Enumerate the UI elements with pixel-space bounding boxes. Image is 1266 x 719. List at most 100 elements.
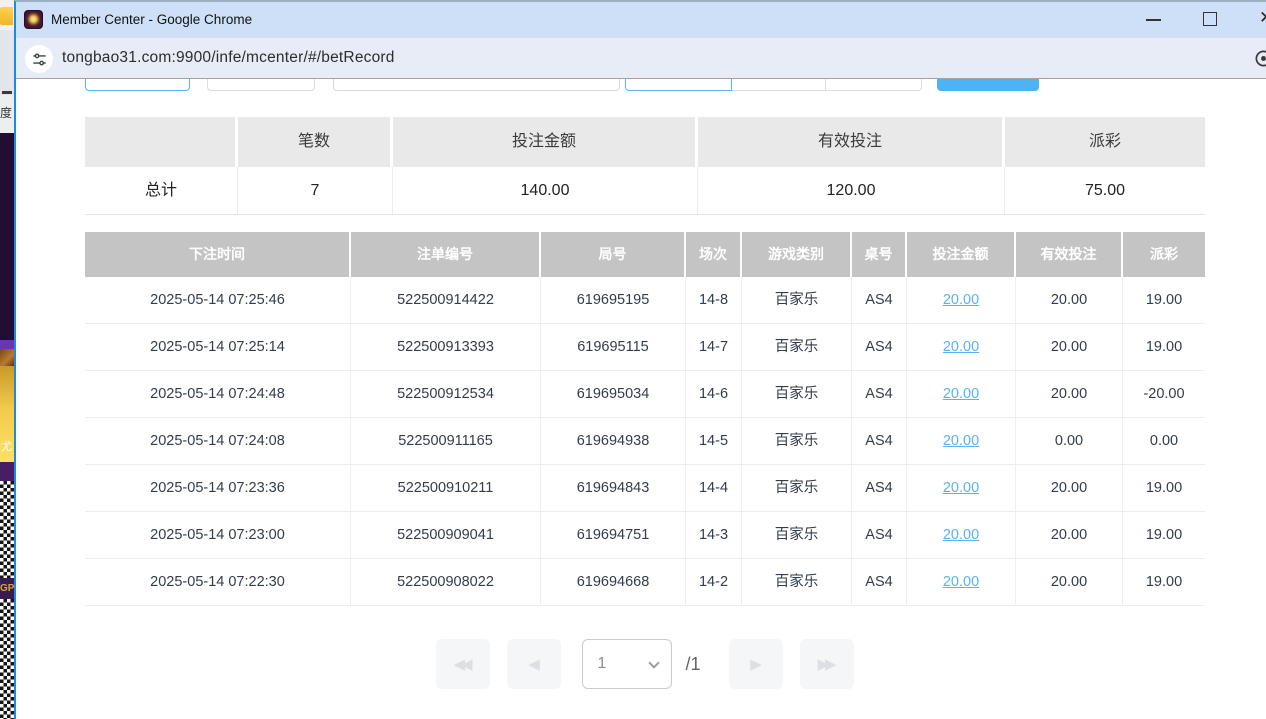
bet-amount-link[interactable]: 20.00 xyxy=(943,386,979,402)
table-no-cell: AS4 xyxy=(852,559,907,605)
bet-amount-cell: 20.00 xyxy=(907,324,1016,370)
bet-amount-cell: 20.00 xyxy=(907,371,1016,417)
payout-cell: 19.00 xyxy=(1123,277,1205,323)
dash-glyph xyxy=(2,91,12,94)
bet-amount-cell: 20.00 xyxy=(907,277,1016,323)
summary-header-bet-amount: 投注金额 xyxy=(393,117,698,167)
summary-total-payout: 75.00 xyxy=(1005,167,1205,214)
background-purple-band xyxy=(0,340,14,349)
bet-time-cell: 2025-05-14 07:22:30 xyxy=(85,559,351,605)
session-cell: 14-2 xyxy=(686,559,742,605)
summary-total-label: 总计 xyxy=(85,167,238,214)
background-text-fragment: 度 xyxy=(0,95,14,133)
table-row: 2025-05-14 07:23:00 522500909041 6196947… xyxy=(85,512,1205,559)
pagination-next-button[interactable]: ▶ xyxy=(729,639,783,689)
bet-amount-link[interactable]: 20.00 xyxy=(943,527,979,543)
bet-table-header: 下注时间 注单编号 局号 场次 游戏类别 桌号 投注金额 有效投注 派彩 xyxy=(85,232,1205,277)
summary-total-valid-bet: 120.00 xyxy=(698,167,1005,214)
bet-time-cell: 2025-05-14 07:24:48 xyxy=(85,371,351,417)
payout-cell: -20.00 xyxy=(1123,371,1205,417)
bet-id-cell: 522500910211 xyxy=(351,465,541,511)
bet-time-cell: 2025-05-14 07:25:14 xyxy=(85,324,351,370)
toolbar-search-button[interactable] xyxy=(937,79,1039,91)
bet-amount-link[interactable]: 20.00 xyxy=(943,480,979,496)
target-icon[interactable] xyxy=(1254,49,1266,73)
site-settings-icon[interactable] xyxy=(25,45,53,73)
valid-bet-cell: 0.00 xyxy=(1016,418,1123,464)
summary-header-valid-bet: 有效投注 xyxy=(698,117,1005,167)
maximize-button[interactable] xyxy=(1203,12,1217,26)
round-id-cell: 619694668 xyxy=(541,559,686,605)
pagination-total-pages: /1 xyxy=(685,654,700,675)
valid-bet-cell: 20.00 xyxy=(1016,465,1123,511)
qr-code-label: GP xyxy=(0,578,14,599)
table-row: 2025-05-14 07:24:08 522500911165 6196949… xyxy=(85,418,1205,465)
bet-amount-cell: 20.00 xyxy=(907,418,1016,464)
bet-amount-link[interactable]: 20.00 xyxy=(943,292,979,308)
session-cell: 14-4 xyxy=(686,465,742,511)
qr-code-graphic-2 xyxy=(0,599,14,719)
background-purple-area xyxy=(0,462,14,481)
round-id-cell: 619695195 xyxy=(541,277,686,323)
round-id-cell: 619695115 xyxy=(541,324,686,370)
bet-id-cell: 522500909041 xyxy=(351,512,541,558)
tune-icon xyxy=(31,51,48,68)
pagination-prev-button[interactable]: ◀ xyxy=(507,639,561,689)
chevron-down-icon xyxy=(649,657,660,668)
game-type-cell: 百家乐 xyxy=(742,277,852,323)
bet-header-bet-id: 注单编号 xyxy=(351,232,541,277)
toolbar-button-right[interactable] xyxy=(207,79,315,91)
browser-address-bar[interactable]: tongbao31.com:9900/infe/mcenter/#/betRec… xyxy=(16,38,1266,79)
minimize-button[interactable] xyxy=(1146,19,1161,21)
pagination-current-page: 1 xyxy=(597,640,606,688)
background-banner-graphic xyxy=(0,349,14,366)
toolbar-input[interactable] xyxy=(333,79,620,91)
payout-cell: 19.00 xyxy=(1123,512,1205,558)
toolbar-segment-3[interactable] xyxy=(826,79,922,91)
pagination-page-select[interactable]: 1 xyxy=(582,639,672,689)
bet-header-time: 下注时间 xyxy=(85,232,351,277)
background-gray-area xyxy=(0,30,14,95)
summary-table-header: 笔数 投注金额 有效投注 派彩 xyxy=(85,117,1205,167)
bet-header-table-no: 桌号 xyxy=(852,232,907,277)
bet-amount-link[interactable]: 20.00 xyxy=(943,339,979,355)
bet-header-session: 场次 xyxy=(686,232,742,277)
bet-time-cell: 2025-05-14 07:25:46 xyxy=(85,277,351,323)
toolbar-segment-2[interactable] xyxy=(732,79,827,91)
table-no-cell: AS4 xyxy=(852,465,907,511)
bet-time-cell: 2025-05-14 07:23:00 xyxy=(85,512,351,558)
url-text[interactable]: tongbao31.com:9900/infe/mcenter/#/betRec… xyxy=(62,38,395,78)
folder-icon xyxy=(0,7,13,25)
pagination: ◀◀ ◀ 1 /1 ▶ ▶▶ xyxy=(85,639,1205,689)
background-dark-banner xyxy=(0,133,14,340)
table-row: 2025-05-14 07:23:36 522500910211 6196948… xyxy=(85,465,1205,512)
game-type-cell: 百家乐 xyxy=(742,465,852,511)
table-row: 2025-05-14 07:25:14 522500913393 6196951… xyxy=(85,324,1205,371)
game-type-cell: 百家乐 xyxy=(742,371,852,417)
toolbar-segmented-control xyxy=(625,79,922,91)
bet-record-table: 下注时间 注单编号 局号 场次 游戏类别 桌号 投注金额 有效投注 派彩 202… xyxy=(85,232,1205,606)
bet-amount-link[interactable]: 20.00 xyxy=(943,574,979,590)
toolbar-segment-active[interactable] xyxy=(625,79,732,91)
table-row: 2025-05-14 07:25:46 522500914422 6196951… xyxy=(85,277,1205,324)
payout-cell: 19.00 xyxy=(1123,465,1205,511)
close-button[interactable]: ✕ xyxy=(1259,8,1266,28)
bet-header-round-id: 局号 xyxy=(541,232,686,277)
table-no-cell: AS4 xyxy=(852,418,907,464)
summary-total-count: 7 xyxy=(238,167,393,214)
table-row: 2025-05-14 07:24:48 522500912534 6196950… xyxy=(85,371,1205,418)
pagination-first-button[interactable]: ◀◀ xyxy=(436,639,490,689)
bet-id-cell: 522500912534 xyxy=(351,371,541,417)
payout-cell: 0.00 xyxy=(1123,418,1205,464)
table-no-cell: AS4 xyxy=(852,277,907,323)
background-gold-banner: 尤 xyxy=(0,366,14,462)
summary-total-bet-amount: 140.00 xyxy=(393,167,698,214)
banner-character: 尤 xyxy=(1,438,12,454)
pagination-last-button[interactable]: ▶▶ xyxy=(800,639,854,689)
toolbar-button-left[interactable] xyxy=(85,79,190,91)
site-favicon-icon xyxy=(24,10,43,29)
summary-table: 笔数 投注金额 有效投注 派彩 总计 7 140.00 120.00 75.00 xyxy=(85,117,1205,215)
bet-amount-link[interactable]: 20.00 xyxy=(943,433,979,449)
round-id-cell: 619694843 xyxy=(541,465,686,511)
table-row: 2025-05-14 07:22:30 522500908022 6196946… xyxy=(85,559,1205,606)
